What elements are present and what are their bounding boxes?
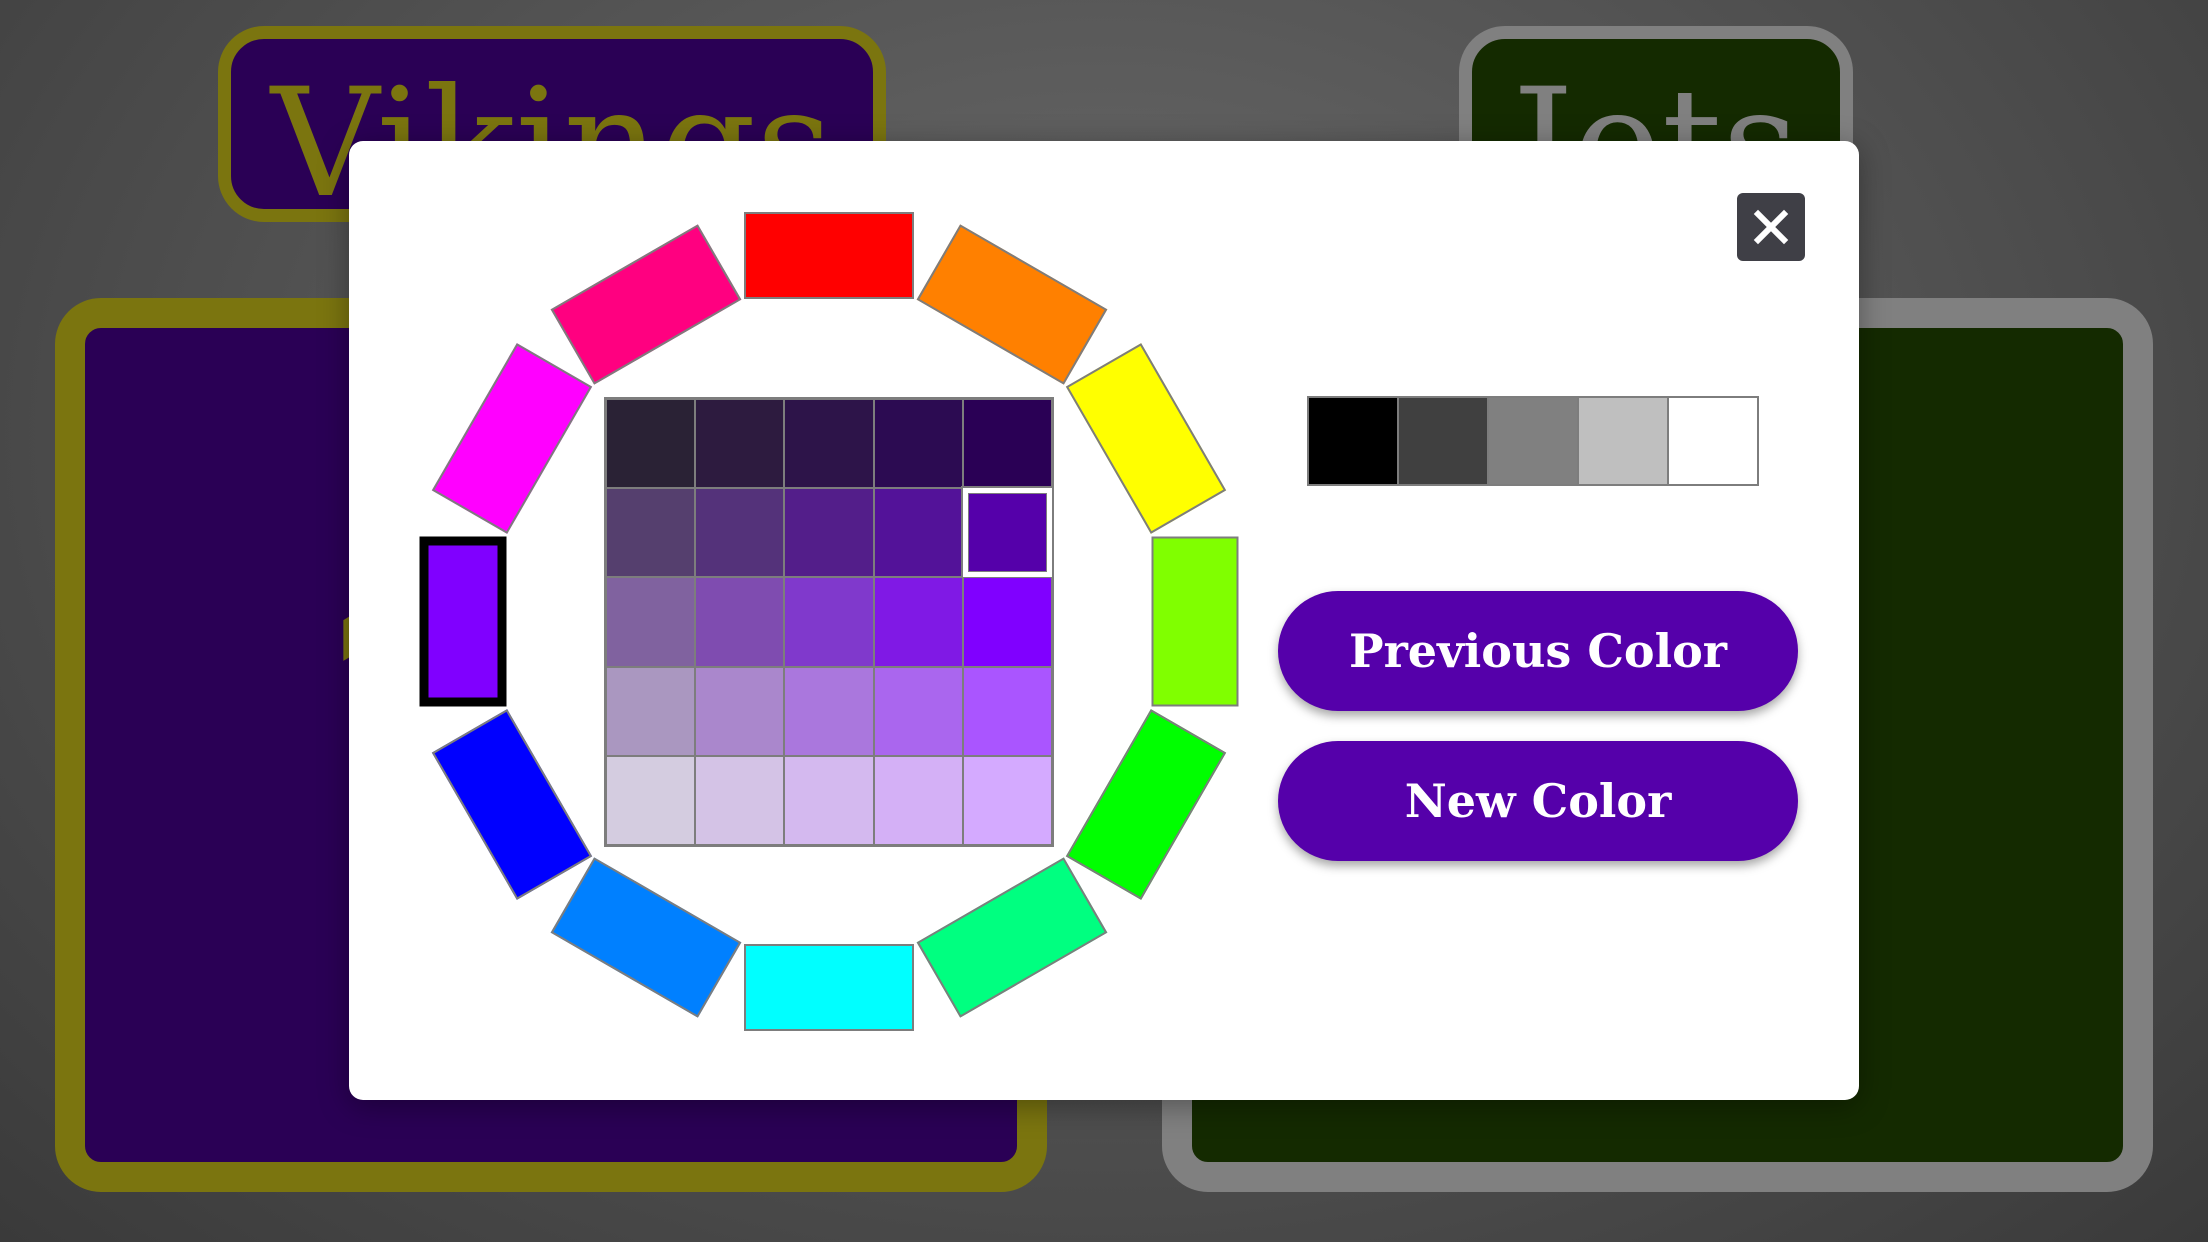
shade-swatch-3-4[interactable] xyxy=(962,666,1052,756)
shade-swatch-2-1[interactable] xyxy=(695,577,785,667)
shade-swatch-2-2[interactable] xyxy=(784,577,874,667)
shade-swatch-1-2[interactable] xyxy=(784,488,874,578)
shade-swatch-4-3[interactable] xyxy=(873,755,963,845)
wheel-swatch-red[interactable] xyxy=(744,211,914,299)
grayscale-strip xyxy=(1307,396,1759,486)
shade-swatch-4-1[interactable] xyxy=(695,755,785,845)
wheel-swatch-rose[interactable] xyxy=(550,223,742,385)
shade-swatch-2-4[interactable] xyxy=(962,577,1052,667)
shade-swatch-2-0[interactable] xyxy=(606,577,696,667)
wheel-swatch-violet[interactable] xyxy=(419,536,507,706)
shade-swatch-2-3[interactable] xyxy=(873,577,963,667)
close-icon xyxy=(1753,209,1789,245)
color-picker-dialog: Previous Color New Color xyxy=(349,141,1859,1100)
gray-swatch-3[interactable] xyxy=(1579,398,1669,484)
shade-swatch-4-4[interactable] xyxy=(962,755,1052,845)
wheel-swatch-magenta[interactable] xyxy=(431,342,593,534)
close-button[interactable] xyxy=(1737,193,1805,261)
shade-swatch-1-1[interactable] xyxy=(695,488,785,578)
wheel-swatch-cyan[interactable] xyxy=(744,943,914,1031)
wheel-swatch-yellow[interactable] xyxy=(1065,342,1227,534)
shade-swatch-1-4[interactable] xyxy=(960,486,1054,580)
shade-swatch-4-2[interactable] xyxy=(784,755,874,845)
shade-swatch-3-2[interactable] xyxy=(784,666,874,756)
shade-swatch-4-0[interactable] xyxy=(606,755,696,845)
shade-swatch-0-1[interactable] xyxy=(695,399,785,489)
shade-swatch-0-3[interactable] xyxy=(873,399,963,489)
shade-swatch-3-3[interactable] xyxy=(873,666,963,756)
wheel-swatch-azure[interactable] xyxy=(550,857,742,1019)
wheel-swatch-chartreuse[interactable] xyxy=(1151,536,1239,706)
shade-swatch-1-3[interactable] xyxy=(873,488,963,578)
gray-swatch-4[interactable] xyxy=(1669,398,1757,484)
gray-swatch-1[interactable] xyxy=(1399,398,1489,484)
wheel-swatch-orange[interactable] xyxy=(916,223,1108,385)
wheel-swatch-blue[interactable] xyxy=(431,708,593,900)
shade-swatch-0-4[interactable] xyxy=(962,399,1052,489)
shade-swatch-3-1[interactable] xyxy=(695,666,785,756)
gray-swatch-2[interactable] xyxy=(1489,398,1579,484)
previous-color-button[interactable]: Previous Color xyxy=(1278,591,1798,711)
shade-swatch-3-0[interactable] xyxy=(606,666,696,756)
shade-grid xyxy=(604,397,1054,847)
new-color-button[interactable]: New Color xyxy=(1278,741,1798,861)
shade-swatch-0-0[interactable] xyxy=(606,399,696,489)
gray-swatch-0[interactable] xyxy=(1309,398,1399,484)
shade-swatch-0-2[interactable] xyxy=(784,399,874,489)
wheel-swatch-green[interactable] xyxy=(1065,708,1227,900)
shade-swatch-1-0[interactable] xyxy=(606,488,696,578)
wheel-swatch-spring-green[interactable] xyxy=(916,857,1108,1019)
